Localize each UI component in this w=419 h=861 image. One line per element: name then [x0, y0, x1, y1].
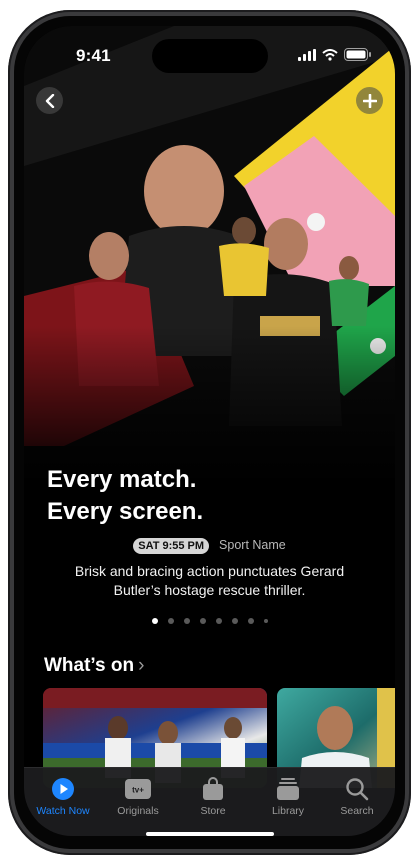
screen: 9:41 Every match. Every screen. SAT 9:55… — [24, 26, 395, 836]
status-time: 9:41 — [76, 46, 111, 65]
tab-label: Watch Now — [36, 805, 90, 817]
page-indicator[interactable] — [24, 618, 395, 624]
headline-line-2: Every screen. — [47, 498, 204, 525]
tab-label: Library — [271, 805, 305, 817]
hero-artwork[interactable] — [24, 26, 395, 496]
plus-icon — [362, 93, 377, 108]
tab-bar: Watch Now tv+ Originals Store Library Se… — [24, 767, 395, 836]
tab-store[interactable]: Store — [178, 776, 248, 817]
appletv-icon: tv+ — [125, 779, 151, 799]
sport-name: Sport Name — [219, 538, 286, 552]
play-circle-icon — [52, 778, 74, 800]
page-dot[interactable] — [151, 618, 158, 624]
bag-icon — [203, 777, 223, 800]
section-title: What’s on — [44, 655, 135, 676]
headline-line-1: Every match. — [47, 466, 197, 493]
add-button[interactable] — [356, 87, 383, 114]
tab-search[interactable]: Search — [322, 776, 392, 817]
tab-library[interactable]: Library — [253, 776, 323, 817]
status-icons — [298, 48, 371, 61]
page-dot[interactable] — [231, 618, 238, 624]
chevron-left-icon — [45, 93, 54, 108]
page-dot[interactable] — [183, 618, 190, 624]
signal-icon — [298, 48, 316, 61]
tab-label: Search — [340, 805, 374, 817]
tab-label: Store — [200, 805, 226, 817]
hero-headline: Every match. Every screen. — [47, 464, 203, 528]
tab-originals[interactable]: tv+ Originals — [103, 776, 173, 817]
battery-icon — [344, 48, 371, 61]
event-meta: SAT 9:55 PM Sport Name — [24, 538, 395, 554]
search-icon — [346, 778, 369, 801]
page-dot[interactable] — [215, 618, 222, 624]
page-dot[interactable] — [199, 618, 206, 624]
dynamic-island — [152, 39, 268, 73]
tab-watch-now[interactable]: Watch Now — [28, 776, 98, 817]
page-dot[interactable] — [263, 619, 268, 623]
home-indicator[interactable] — [146, 832, 274, 836]
page-dot[interactable] — [167, 618, 174, 624]
chevron-right-icon: › — [138, 655, 145, 676]
wifi-icon — [322, 48, 338, 61]
page-dot[interactable] — [247, 618, 254, 624]
back-button[interactable] — [36, 87, 63, 114]
time-badge: SAT 9:55 PM — [133, 538, 210, 554]
section-header[interactable]: What’s on › — [44, 655, 144, 677]
hero-description: Brisk and bracing action punctuates Gera… — [74, 563, 345, 598]
tab-label: Originals — [117, 805, 159, 817]
status-bar: 9:41 — [24, 26, 395, 80]
svg-text:tv+: tv+ — [132, 786, 144, 795]
stack-icon — [277, 778, 299, 800]
